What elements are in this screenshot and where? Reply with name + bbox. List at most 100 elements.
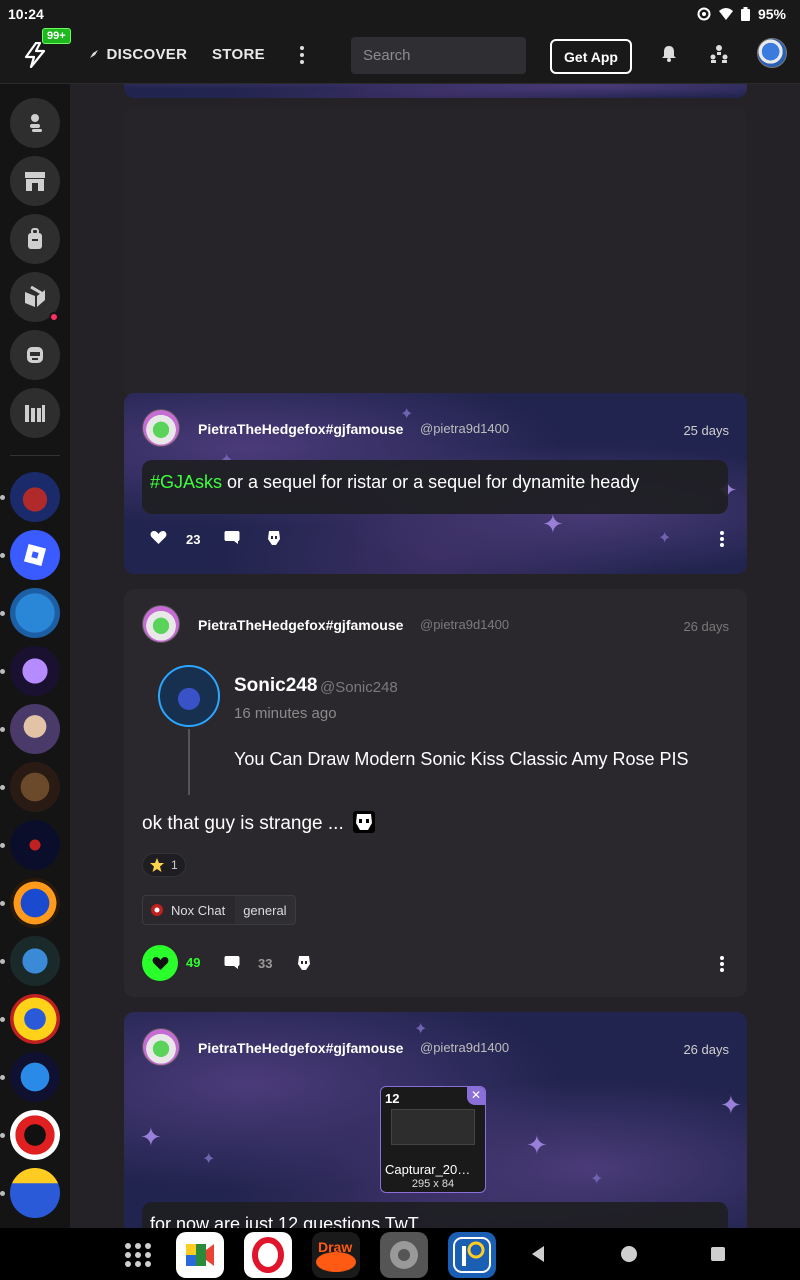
author-handle: @pietra9d1400 [420, 617, 510, 632]
sidebar-item-chat[interactable] [10, 330, 60, 380]
feed: ✦ ✦ ✦ ✦ ✦ PietraTheHedgefox#gjfamouse @p… [70, 84, 800, 1228]
community-avatar-shadow[interactable] [10, 1110, 60, 1160]
community-avatar-fnf[interactable] [10, 1052, 60, 1102]
recents-icon[interactable] [710, 1246, 726, 1262]
community-avatar-sonic-exe[interactable] [10, 472, 60, 522]
post-text-wrap: ok that guy is strange ... [142, 811, 375, 835]
quote-thread-line [188, 729, 190, 795]
bell-icon[interactable] [660, 44, 678, 62]
community-avatar-roblox[interactable] [10, 530, 60, 580]
author-avatar[interactable] [142, 409, 180, 447]
dock-app-draw[interactable]: Draw [312, 1232, 360, 1278]
comment-button[interactable] [224, 530, 240, 545]
get-app-button[interactable]: Get App [550, 39, 632, 74]
decorative-star: ✦ [590, 1171, 604, 1188]
community-avatar-sonic-team[interactable] [10, 994, 60, 1044]
discover-link[interactable]: DISCOVER [88, 46, 187, 63]
post-time[interactable]: 25 days [683, 423, 729, 438]
dock-app-meet[interactable] [176, 1232, 224, 1278]
post-header: PietraTheHedgefox#gjfamouse @pietra9d140… [142, 605, 729, 645]
quoted-post-time: 16 minutes ago [234, 705, 337, 722]
close-icon[interactable]: ✕ [467, 1087, 485, 1105]
quoted-user-name[interactable]: Sonic248 [234, 675, 317, 697]
community-avatar-horror[interactable] [10, 762, 60, 812]
chat-robot-icon [27, 347, 43, 363]
dock-app-opera[interactable] [244, 1232, 292, 1278]
community-unread-dot [0, 785, 5, 790]
community-avatar-gaming[interactable] [10, 646, 60, 696]
app-drawer-icon[interactable] [124, 1242, 152, 1268]
community-avatar-sonic-classic[interactable] [10, 1168, 60, 1218]
quoted-user-handle: @Sonic248 [320, 679, 398, 696]
channel-tag[interactable]: Nox Chat general [142, 895, 296, 925]
star-reaction-icon [150, 858, 164, 872]
user-avatar[interactable] [757, 38, 787, 68]
post-text: or a sequel for ristar or a sequel for d… [222, 472, 640, 492]
hashtag-link[interactable]: #GJAsks [150, 472, 222, 492]
community-avatar-sega[interactable] [10, 588, 60, 638]
opera-icon [252, 1237, 284, 1273]
dislike-button[interactable] [296, 955, 312, 971]
status-time: 10:24 [8, 6, 44, 22]
dock-app-settings[interactable] [380, 1232, 428, 1278]
community-avatar-pixel-sonic[interactable] [10, 936, 60, 986]
community-tag[interactable]: Nox Chat [143, 903, 235, 918]
community-unread-dot [0, 611, 5, 616]
backpack-icon [28, 228, 42, 249]
attachment-filename: Capturar_20… [385, 1162, 471, 1177]
store-link[interactable]: STORE [212, 46, 265, 63]
author-name[interactable]: PietraTheHedgefox#gjfamouse [198, 421, 403, 437]
author-name[interactable]: PietraTheHedgefox#gjfamouse [198, 617, 403, 633]
heart-icon [150, 531, 167, 544]
dock-app-ibispaint[interactable] [448, 1232, 496, 1278]
decorative-star: ✦ [140, 1122, 162, 1152]
channel-name[interactable]: general [235, 896, 295, 924]
post-options-icon[interactable] [719, 530, 725, 548]
sidebar-item-backpack[interactable] [10, 214, 60, 264]
reaction-chip[interactable]: 1 [142, 853, 186, 877]
community-avatar-sonic-ring[interactable] [10, 878, 60, 928]
status-bar: 10:24 95% [0, 0, 800, 28]
more-menu-icon[interactable] [296, 42, 308, 68]
back-icon[interactable] [530, 1245, 546, 1263]
community-unread-dot [0, 959, 5, 964]
community-unread-dot [0, 553, 5, 558]
post-card[interactable]: PietraTheHedgefox#gjfamouse @pietra9d140… [124, 589, 747, 997]
library-icon [25, 405, 45, 422]
community-avatar-dark-sonic[interactable] [10, 820, 60, 870]
post-card[interactable]: ✦ ✦ ✦ ✦ ✦ PietraTheHedgefox#gjfamouse @p… [124, 393, 747, 574]
sidebar-item-store[interactable] [10, 156, 60, 206]
battery-percent: 95% [757, 6, 786, 22]
post-card[interactable]: ✦ ✦ ✦ ✦ ✦ ✦ PietraTheHedgefox#gjfamouse … [124, 1012, 747, 1228]
post-time[interactable]: 26 days [683, 619, 729, 634]
author-avatar[interactable] [142, 1028, 180, 1066]
post-options-icon[interactable] [719, 955, 725, 973]
sidebar-item-library[interactable] [10, 388, 60, 438]
author-handle: @pietra9d1400 [420, 1040, 510, 1055]
media-attachment[interactable]: 12 ✕ Capturar_20… 295 x 84 [380, 1086, 486, 1193]
author-name[interactable]: PietraTheHedgefox#gjfamouse [198, 1040, 403, 1056]
like-button-active[interactable] [142, 945, 178, 981]
sidebar-item-profile[interactable] [10, 98, 60, 148]
gamejolt-logo[interactable] [22, 41, 48, 69]
community-unread-dot [0, 1191, 5, 1196]
dislike-button[interactable] [266, 530, 282, 546]
community-unread-dot [0, 1017, 5, 1022]
reaction-count: 1 [171, 858, 178, 872]
like-button[interactable] [150, 530, 167, 545]
community-unread-dot [0, 495, 5, 500]
community-avatar-art[interactable] [10, 704, 60, 754]
home-icon[interactable] [620, 1245, 638, 1263]
compass-icon [90, 50, 98, 58]
top-nav: 99+ DISCOVER STORE Get App [0, 28, 800, 84]
decorative-star: ✦ [720, 1090, 742, 1120]
author-avatar[interactable] [142, 605, 180, 643]
friends-icon[interactable] [709, 44, 729, 64]
battery-icon [740, 7, 750, 21]
community-unread-dot [0, 1133, 5, 1138]
comment-button[interactable] [224, 955, 240, 970]
community-name: Nox Chat [171, 902, 226, 918]
quoted-user-avatar[interactable] [158, 665, 220, 727]
post-time[interactable]: 26 days [683, 1042, 729, 1057]
search-input[interactable] [351, 37, 526, 74]
